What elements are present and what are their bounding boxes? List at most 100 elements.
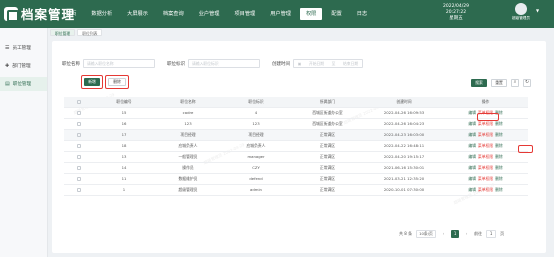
edit-link[interactable]: 编辑 [468, 165, 476, 170]
add-button[interactable]: 新增 [84, 78, 100, 86]
sidebar-item-role[interactable]: ▤ 职位管理 [0, 77, 47, 91]
chevron-down-icon[interactable]: ▼ [536, 8, 539, 13]
goto-page-input[interactable]: 1 [486, 230, 497, 238]
table-row[interactable]: 18 应城负责人 应城负责人 正常满区 2022-04-22 16:48:11 编辑 菜单权… [64, 140, 528, 152]
nav-tenant-management[interactable]: 业户管理 [193, 8, 226, 20]
table-row[interactable]: 15 cadre 4 西城区街道办公室 2022-04-26 16:09:53 编辑 菜单权… [64, 107, 528, 119]
nav-archive-query[interactable]: 档案查询 [157, 8, 190, 20]
table-row[interactable]: 16 123 123 西城区街道办公室 2022-04-26 16:04:23 编辑 菜单权… [64, 118, 528, 130]
sidebar-item-staff[interactable]: ☰ 员工管理 [0, 41, 47, 55]
main-nav: 首页 数据分析 大屏展示 档案查询 业户管理 项目管理 用户管理 权限 配置 日… [60, 8, 376, 20]
table-row[interactable]: 17 项目经理 项目经理 正常满区 2022-04-23 16:03:00 编辑 菜单权限删… [64, 129, 528, 141]
row-checkbox[interactable] [77, 133, 81, 137]
reset-button[interactable]: 重置 [491, 79, 507, 87]
column-header: 职位编号 [94, 97, 154, 108]
delete-link[interactable]: 删除 [495, 165, 503, 170]
delete-button[interactable]: 删除 [108, 78, 126, 86]
delete-link[interactable]: 删除 [495, 132, 503, 137]
nav-config[interactable]: 配置 [325, 8, 347, 20]
edit-link[interactable]: 编辑 [468, 121, 476, 126]
row-select-cell[interactable] [64, 184, 94, 196]
row-select-cell[interactable] [64, 118, 94, 130]
role-code-input[interactable]: 请输入职位标识 [188, 59, 260, 68]
menu-permission-link[interactable]: 菜单权限 [478, 132, 493, 137]
nav-permission[interactable]: 权限 [299, 8, 323, 20]
edit-link[interactable]: 编辑 [468, 187, 476, 192]
user-menu[interactable]: 超级管理员 [510, 3, 532, 21]
role-id-cell: 18 [94, 140, 154, 152]
tab-role-management[interactable]: 职位管理 [50, 29, 76, 36]
select-all-header[interactable] [64, 97, 94, 108]
page-number-current[interactable]: 1 [451, 230, 460, 238]
edit-link[interactable]: 编辑 [468, 143, 476, 148]
row-select-cell[interactable] [64, 151, 94, 163]
avatar[interactable] [515, 3, 527, 15]
row-checkbox[interactable] [77, 188, 81, 192]
table-row[interactable]: 14 操作员 CZY 正常满区 2021-06-16 15:30:01 编辑 菜单权限 删除 [64, 162, 528, 174]
row-checkbox[interactable] [77, 166, 81, 170]
role-name-cell: cadre [154, 107, 222, 119]
menu-permission-link[interactable]: 菜单权限 [478, 154, 493, 159]
refresh-icon[interactable]: ↻ [523, 79, 531, 87]
menu-permission-link[interactable]: 菜单权限 [478, 176, 493, 181]
table-row[interactable]: 11 数据维护员 defend 正常满区 2021-03-21 12:35:20 编辑 菜单… [64, 173, 528, 185]
delete-link[interactable]: 删除 [495, 176, 503, 181]
department-cell: 正常满区 [290, 140, 365, 152]
created-time-cell: 2022-04-20 19:15:17 [365, 151, 443, 163]
row-checkbox[interactable] [77, 155, 81, 159]
nav-big-screen[interactable]: 大屏展示 [121, 8, 154, 20]
delete-link[interactable]: 删除 [495, 143, 503, 148]
nav-home[interactable]: 首页 [60, 8, 82, 20]
prev-page-button[interactable]: ‹ [440, 230, 447, 238]
row-select-cell[interactable] [64, 129, 94, 141]
row-select-cell[interactable] [64, 140, 94, 152]
table-row[interactable]: 1 超级管理员 admin 正常满区 2020-10-01 07:30:00 编辑 菜单权限… [64, 184, 528, 196]
user-caption: 超级管理员 [512, 16, 530, 20]
row-checkbox[interactable] [77, 144, 81, 148]
main-panel: 超级管理员 2022-04-29 超级管理员 2022-04-29 超级管理员 … [52, 41, 546, 253]
row-checkbox[interactable] [77, 111, 81, 115]
row-checkbox[interactable] [77, 177, 81, 181]
sidebar-item-department[interactable]: ✚ 部门管理 [0, 59, 47, 73]
role-code-cell: 项目经理 [222, 129, 290, 141]
goto-label: 前往 [474, 231, 483, 236]
row-select-cell[interactable] [64, 173, 94, 185]
next-page-button[interactable]: › [463, 230, 470, 238]
edit-link[interactable]: 编辑 [468, 154, 476, 159]
delete-link[interactable]: 删除 [495, 121, 503, 126]
role-code-cell: 4 [222, 107, 290, 119]
edit-link[interactable]: 编辑 [468, 132, 476, 137]
nav-data-analysis[interactable]: 数据分析 [85, 8, 118, 20]
table-row[interactable]: 13 一般管理员 manager 正常满区 2022-04-20 19:15:17 编辑菜… [64, 151, 528, 163]
role-name-cell: 操作员 [154, 162, 222, 174]
created-time-cell: 2021-03-21 12:35:20 [365, 173, 443, 185]
search-icon[interactable]: ⌕ [511, 79, 519, 87]
role-id-cell: 15 [94, 107, 154, 119]
nav-log[interactable]: 日志 [351, 8, 373, 20]
edit-link[interactable]: 编辑 [468, 176, 476, 181]
role-code-cell: 应城负责人 [222, 140, 290, 152]
row-checkbox[interactable] [77, 122, 81, 126]
role-name-input[interactable]: 请输入职位名称 [83, 59, 155, 68]
row-select-cell[interactable] [64, 162, 94, 174]
menu-permission-link[interactable]: 菜单权限 [478, 143, 493, 148]
nav-user-management[interactable]: 用户管理 [264, 8, 297, 20]
row-select-cell[interactable] [64, 107, 94, 119]
page-size-select[interactable]: 10条/页 [416, 230, 437, 238]
delete-link[interactable]: 删除 [495, 187, 503, 192]
role-icon: ▤ [5, 81, 10, 87]
column-header: 创建时间 [365, 97, 443, 108]
select-all-checkbox[interactable] [77, 100, 81, 105]
role-name-cell: 项目经理 [154, 129, 222, 141]
date-range-picker[interactable]: ▣ 开始日期 至 结束日期 [293, 59, 363, 68]
menu-permission-link[interactable]: 菜单权限 [478, 165, 493, 170]
edit-link[interactable]: 编辑 [468, 110, 476, 115]
column-header: 职位标识 [222, 97, 290, 108]
search-button[interactable]: 搜索 [471, 79, 487, 87]
menu-permission-link[interactable]: 菜单权限 [478, 187, 493, 192]
nav-project-management[interactable]: 项目管理 [228, 8, 261, 20]
created-time-cell: 2021-06-16 15:30:01 [365, 162, 443, 174]
delete-link[interactable]: 删除 [495, 154, 503, 159]
menu-permission-link[interactable]: 菜单权限 [478, 121, 493, 126]
tab-role-list[interactable]: 职位列表 [77, 29, 103, 36]
